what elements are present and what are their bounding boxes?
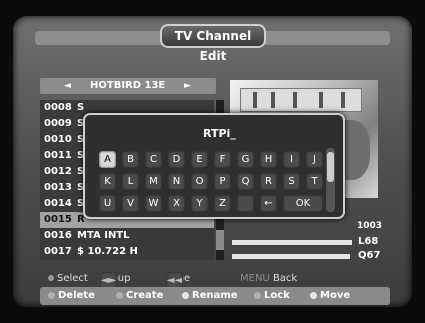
channel-number: 0014 [44,198,72,209]
signal-level-bar [232,240,352,245]
key-z[interactable]: Z [214,195,231,212]
channel-number: 0016 [44,230,72,241]
red-key-icon [48,291,55,299]
move-label: Move [320,290,351,301]
key-u[interactable]: U [99,195,116,212]
key-h[interactable]: H [260,151,277,168]
key-i[interactable]: I [283,151,300,168]
channel-number: 0009 [44,118,72,129]
lock-button[interactable]: Lock [254,287,290,305]
key-d[interactable]: D [168,151,185,168]
key-f[interactable]: F [214,151,231,168]
channel-number: 0013 [44,182,72,193]
ok-icon [48,275,54,281]
key-y[interactable]: Y [191,195,208,212]
satellite-name: HOTBIRD 13E [90,80,166,91]
help-back: MENU Back [240,272,297,285]
key-j[interactable]: J [306,151,323,168]
key-n[interactable]: N [168,173,185,190]
signal-quality-bar [232,254,350,259]
rename-button[interactable]: Rename [182,287,238,305]
key-b[interactable]: B [122,151,139,168]
key-c[interactable]: C [145,151,162,168]
channel-number: 0017 [44,246,72,257]
channel-name: S [77,102,85,113]
key-r[interactable]: R [260,173,277,190]
ok-key[interactable]: OK [283,195,323,212]
key-q[interactable]: Q [237,173,254,190]
arrow-right-icon[interactable]: ► [184,78,191,94]
menu-key-label: MENU [240,273,270,284]
arrow-left-icon[interactable]: ◄ [64,78,71,94]
key-a[interactable]: A [99,151,116,168]
green-key-icon [116,291,123,299]
signal-level-label: L68 [358,236,379,247]
rename-input[interactable]: RTPi_ [203,127,236,140]
channel-number: 0015 [44,214,72,225]
keyboard-scrollbar[interactable] [326,148,335,212]
signal-quality-label: Q67 [358,250,381,261]
channel-row[interactable]: 0016 MTA INTL [40,228,214,244]
function-button-bar: Delete Create Rename Lock Move [40,287,390,305]
blue-key-icon [254,291,261,299]
key-w[interactable]: W [145,195,162,212]
delete-label: Delete [58,290,95,301]
channel-number: 0012 [44,166,72,177]
create-button[interactable]: Create [116,287,163,305]
key-v[interactable]: V [122,195,139,212]
create-label: Create [126,290,164,301]
satellite-selector[interactable]: ◄ HOTBIRD 13E ► [40,78,216,94]
channel-number: 0011 [44,150,72,161]
key-l[interactable]: L [122,173,139,190]
move-button[interactable]: Move [310,287,350,305]
key-space[interactable] [237,195,254,212]
lock-label: Lock [264,290,290,301]
channel-row[interactable]: 0017 $ 10.722 H [40,244,214,260]
help-group: ◄► Group [100,272,130,289]
preview-banner [240,88,362,112]
key-g[interactable]: G [237,151,254,168]
backspace-key[interactable]: ← [260,195,277,212]
channel-list-scroll-thumb[interactable] [216,230,224,250]
keyboard-scroll-thumb[interactable] [327,152,334,182]
help-back-label: Back [272,273,298,284]
channel-name: MTA INTL [77,230,130,241]
white-key-icon [310,291,317,299]
transponder-value: 1003 [356,221,382,231]
key-m[interactable]: M [145,173,162,190]
key-k[interactable]: K [99,173,116,190]
key-s[interactable]: S [283,173,300,190]
delete-button[interactable]: Delete [48,287,95,305]
key-t[interactable]: T [306,173,323,190]
key-o[interactable]: O [191,173,208,190]
channel-name: $ 10.722 H [77,246,138,257]
key-p[interactable]: P [214,173,231,190]
tv-screen-stage: TV Channel Edit ◄ HOTBIRD 13E ► 0008 S 0… [0,0,425,323]
page-title: TV Channel Edit [160,24,266,63]
help-page: ◄◄ ►► Page [166,272,190,303]
key-e[interactable]: E [191,151,208,168]
channel-number: 0008 [44,102,72,113]
yellow-key-icon [182,291,189,299]
rename-keyboard-dialog: RTPi_ A B C D E F G H I J K L M N O P Q … [83,113,345,219]
channel-number: 0010 [44,134,72,145]
rename-label: Rename [192,290,238,301]
help-line: Select ◄► Group ◄◄ ►► Page MENU Back [48,272,378,303]
key-x[interactable]: X [168,195,185,212]
help-select: Select [48,272,88,285]
help-select-label: Select [57,273,88,284]
transponder-info: 1003 [232,220,382,232]
